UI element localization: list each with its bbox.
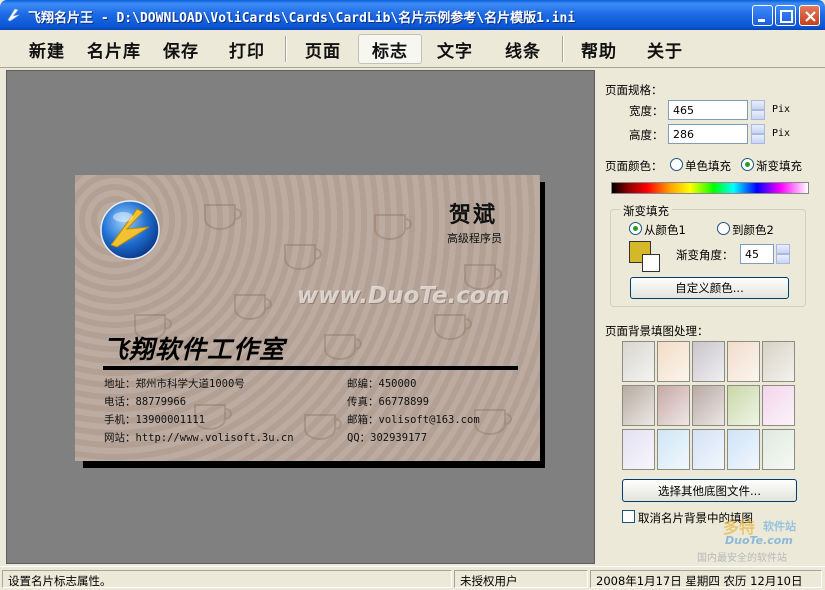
page-size-label: 页面规格： (605, 83, 663, 97)
bg-thumbnail[interactable] (727, 385, 760, 426)
business-card[interactable]: 贺斌 高级程序员 www.DuoTe.com 飞翔软件工作室 地址：郑州市科学大… (75, 175, 540, 461)
bg-thumbnail[interactable] (657, 429, 690, 470)
page-color-label: 页面颜色： (605, 159, 663, 173)
close-button[interactable] (799, 5, 820, 26)
card-qq[interactable]: QQ：302939177 (347, 430, 427, 445)
width-unit: Pix (772, 104, 791, 115)
toolbar-logo-button[interactable]: 标志 (358, 34, 422, 64)
toolbar-save-button[interactable]: 保存 (154, 34, 208, 64)
height-spinner[interactable] (751, 124, 765, 144)
spin-down-icon[interactable] (751, 110, 765, 120)
spin-down-icon[interactable] (751, 134, 765, 144)
properties-panel: 页面规格： 宽度： 465 Pix 高度： 286 Pix 页面颜色： 单色填充… (598, 70, 821, 564)
gradient-angle-label: 渐变角度： (676, 248, 734, 262)
spin-up-icon[interactable] (776, 244, 790, 254)
toolbar-help-button[interactable]: 帮助 (572, 34, 626, 64)
card-fax[interactable]: 传真：66778899 (347, 394, 429, 409)
status-bar: 设置名片标志属性。 未授权用户 2008年1月17日 星期四 农历 12月10日 (0, 566, 825, 590)
card-mobile[interactable]: 手机：13900001111 (104, 412, 205, 427)
card-email[interactable]: 邮箱：volisoft@163.com (347, 412, 480, 427)
gradient-angle-spinner[interactable] (776, 244, 790, 264)
bg-thumbnail[interactable] (657, 385, 690, 426)
bg-thumbnail[interactable] (622, 429, 655, 470)
bg-thumbnail[interactable] (727, 341, 760, 382)
cancel-fill-checkbox[interactable] (622, 510, 635, 523)
toolbar-lines-button[interactable]: 线条 (496, 34, 550, 64)
toolbar-new-button[interactable]: 新建 (20, 34, 74, 64)
card-website[interactable]: 网站：http://www.volisoft.3u.cn (104, 430, 294, 445)
spin-down-icon[interactable] (776, 254, 790, 264)
toolbar-about-button[interactable]: 关于 (638, 34, 692, 64)
color2-swatch[interactable] (642, 254, 660, 272)
width-label: 宽度： (629, 104, 664, 118)
bg-thumbnail[interactable] (762, 385, 795, 426)
bg-thumbnail[interactable] (762, 341, 795, 382)
toolbar-page-button[interactable]: 页面 (296, 34, 350, 64)
from-color-label[interactable]: 从颜色1 (644, 222, 686, 238)
card-person-title[interactable]: 高级程序员 (447, 230, 502, 246)
toolbar-print-button[interactable]: 打印 (220, 34, 274, 64)
title-bar: 飞翔名片王 - D:\DOWNLOAD\VoliCards\Cards\Card… (0, 0, 825, 30)
width-spinner[interactable] (751, 100, 765, 120)
toolbar-separator (285, 36, 287, 62)
bg-thumbnail[interactable] (657, 341, 690, 382)
custom-color-button[interactable]: 自定义颜色... (630, 277, 789, 299)
card-divider-line[interactable] (103, 366, 518, 370)
status-message: 设置名片标志属性。 (2, 570, 452, 588)
to-color-label[interactable]: 到颜色2 (732, 222, 774, 238)
gradient-fill-radio[interactable] (741, 158, 754, 171)
minimize-button[interactable] (752, 5, 773, 26)
width-input[interactable]: 465 (668, 100, 748, 120)
bg-thumbnail[interactable] (622, 341, 655, 382)
window-title: 飞翔名片王 - D:\DOWNLOAD\VoliCards\Cards\Card… (28, 11, 576, 26)
height-unit: Pix (772, 128, 791, 139)
card-canvas[interactable]: 贺斌 高级程序员 www.DuoTe.com 飞翔软件工作室 地址：郑州市科学大… (6, 70, 595, 564)
from-color-radio[interactable] (629, 222, 642, 235)
bg-thumbnail[interactable] (692, 429, 725, 470)
app-icon (7, 8, 20, 22)
minimize-icon (758, 19, 765, 22)
gradient-fill-label[interactable]: 渐变填充 (756, 158, 802, 174)
maximize-icon (780, 10, 793, 23)
spin-up-icon[interactable] (751, 100, 765, 110)
height-label: 高度： (629, 128, 664, 142)
gradient-group-title: 渐变填充 (620, 203, 672, 219)
toolbar-text-button[interactable]: 文字 (428, 34, 482, 64)
bg-thumbnail[interactable] (692, 341, 725, 382)
solid-fill-label[interactable]: 单色填充 (685, 158, 731, 174)
toolbar-separator (562, 36, 564, 62)
company-logo-icon[interactable] (99, 199, 161, 261)
status-date: 2008年1月17日 星期四 农历 12月10日 (590, 570, 822, 588)
duote-watermark: 多特 软件站 DuoTe.com 国内最安全的软件站 (693, 514, 819, 564)
watermark-line4: 国内最安全的软件站 (697, 553, 787, 564)
color-spectrum-bar[interactable] (611, 182, 809, 194)
bg-thumbnail[interactable] (727, 429, 760, 470)
bg-thumbnail[interactable] (762, 429, 795, 470)
gradient-angle-input[interactable]: 45 (740, 244, 774, 264)
bg-thumbnail[interactable] (692, 385, 725, 426)
card-watermark: www.DuoTe.com (297, 283, 510, 309)
card-phone[interactable]: 电话：88779966 (104, 394, 186, 409)
bg-fill-label: 页面背景填图处理： (605, 324, 709, 338)
spin-up-icon[interactable] (751, 124, 765, 134)
card-postcode[interactable]: 邮编：450000 (347, 376, 416, 391)
bg-thumbnail[interactable] (622, 385, 655, 426)
status-license: 未授权用户 (454, 570, 588, 588)
card-company-name[interactable]: 飞翔软件工作室 (103, 330, 285, 366)
watermark-line3: DuoTe.com (725, 534, 793, 547)
maximize-button[interactable] (775, 5, 796, 26)
close-icon (805, 11, 816, 22)
main-toolbar: 新建 名片库 保存 打印 页面 标志 文字 线条 帮助 关于 (0, 30, 825, 68)
toolbar-card-library-button[interactable]: 名片库 (82, 34, 146, 64)
card-address[interactable]: 地址：郑州市科学大道1000号 (104, 376, 245, 391)
to-color-radio[interactable] (717, 222, 730, 235)
choose-other-bg-button[interactable]: 选择其他底图文件... (622, 479, 797, 502)
solid-fill-radio[interactable] (670, 158, 683, 171)
height-input[interactable]: 286 (668, 124, 748, 144)
card-person-name[interactable]: 贺斌 (449, 197, 497, 229)
watermark-line2: 软件站 (763, 520, 796, 533)
